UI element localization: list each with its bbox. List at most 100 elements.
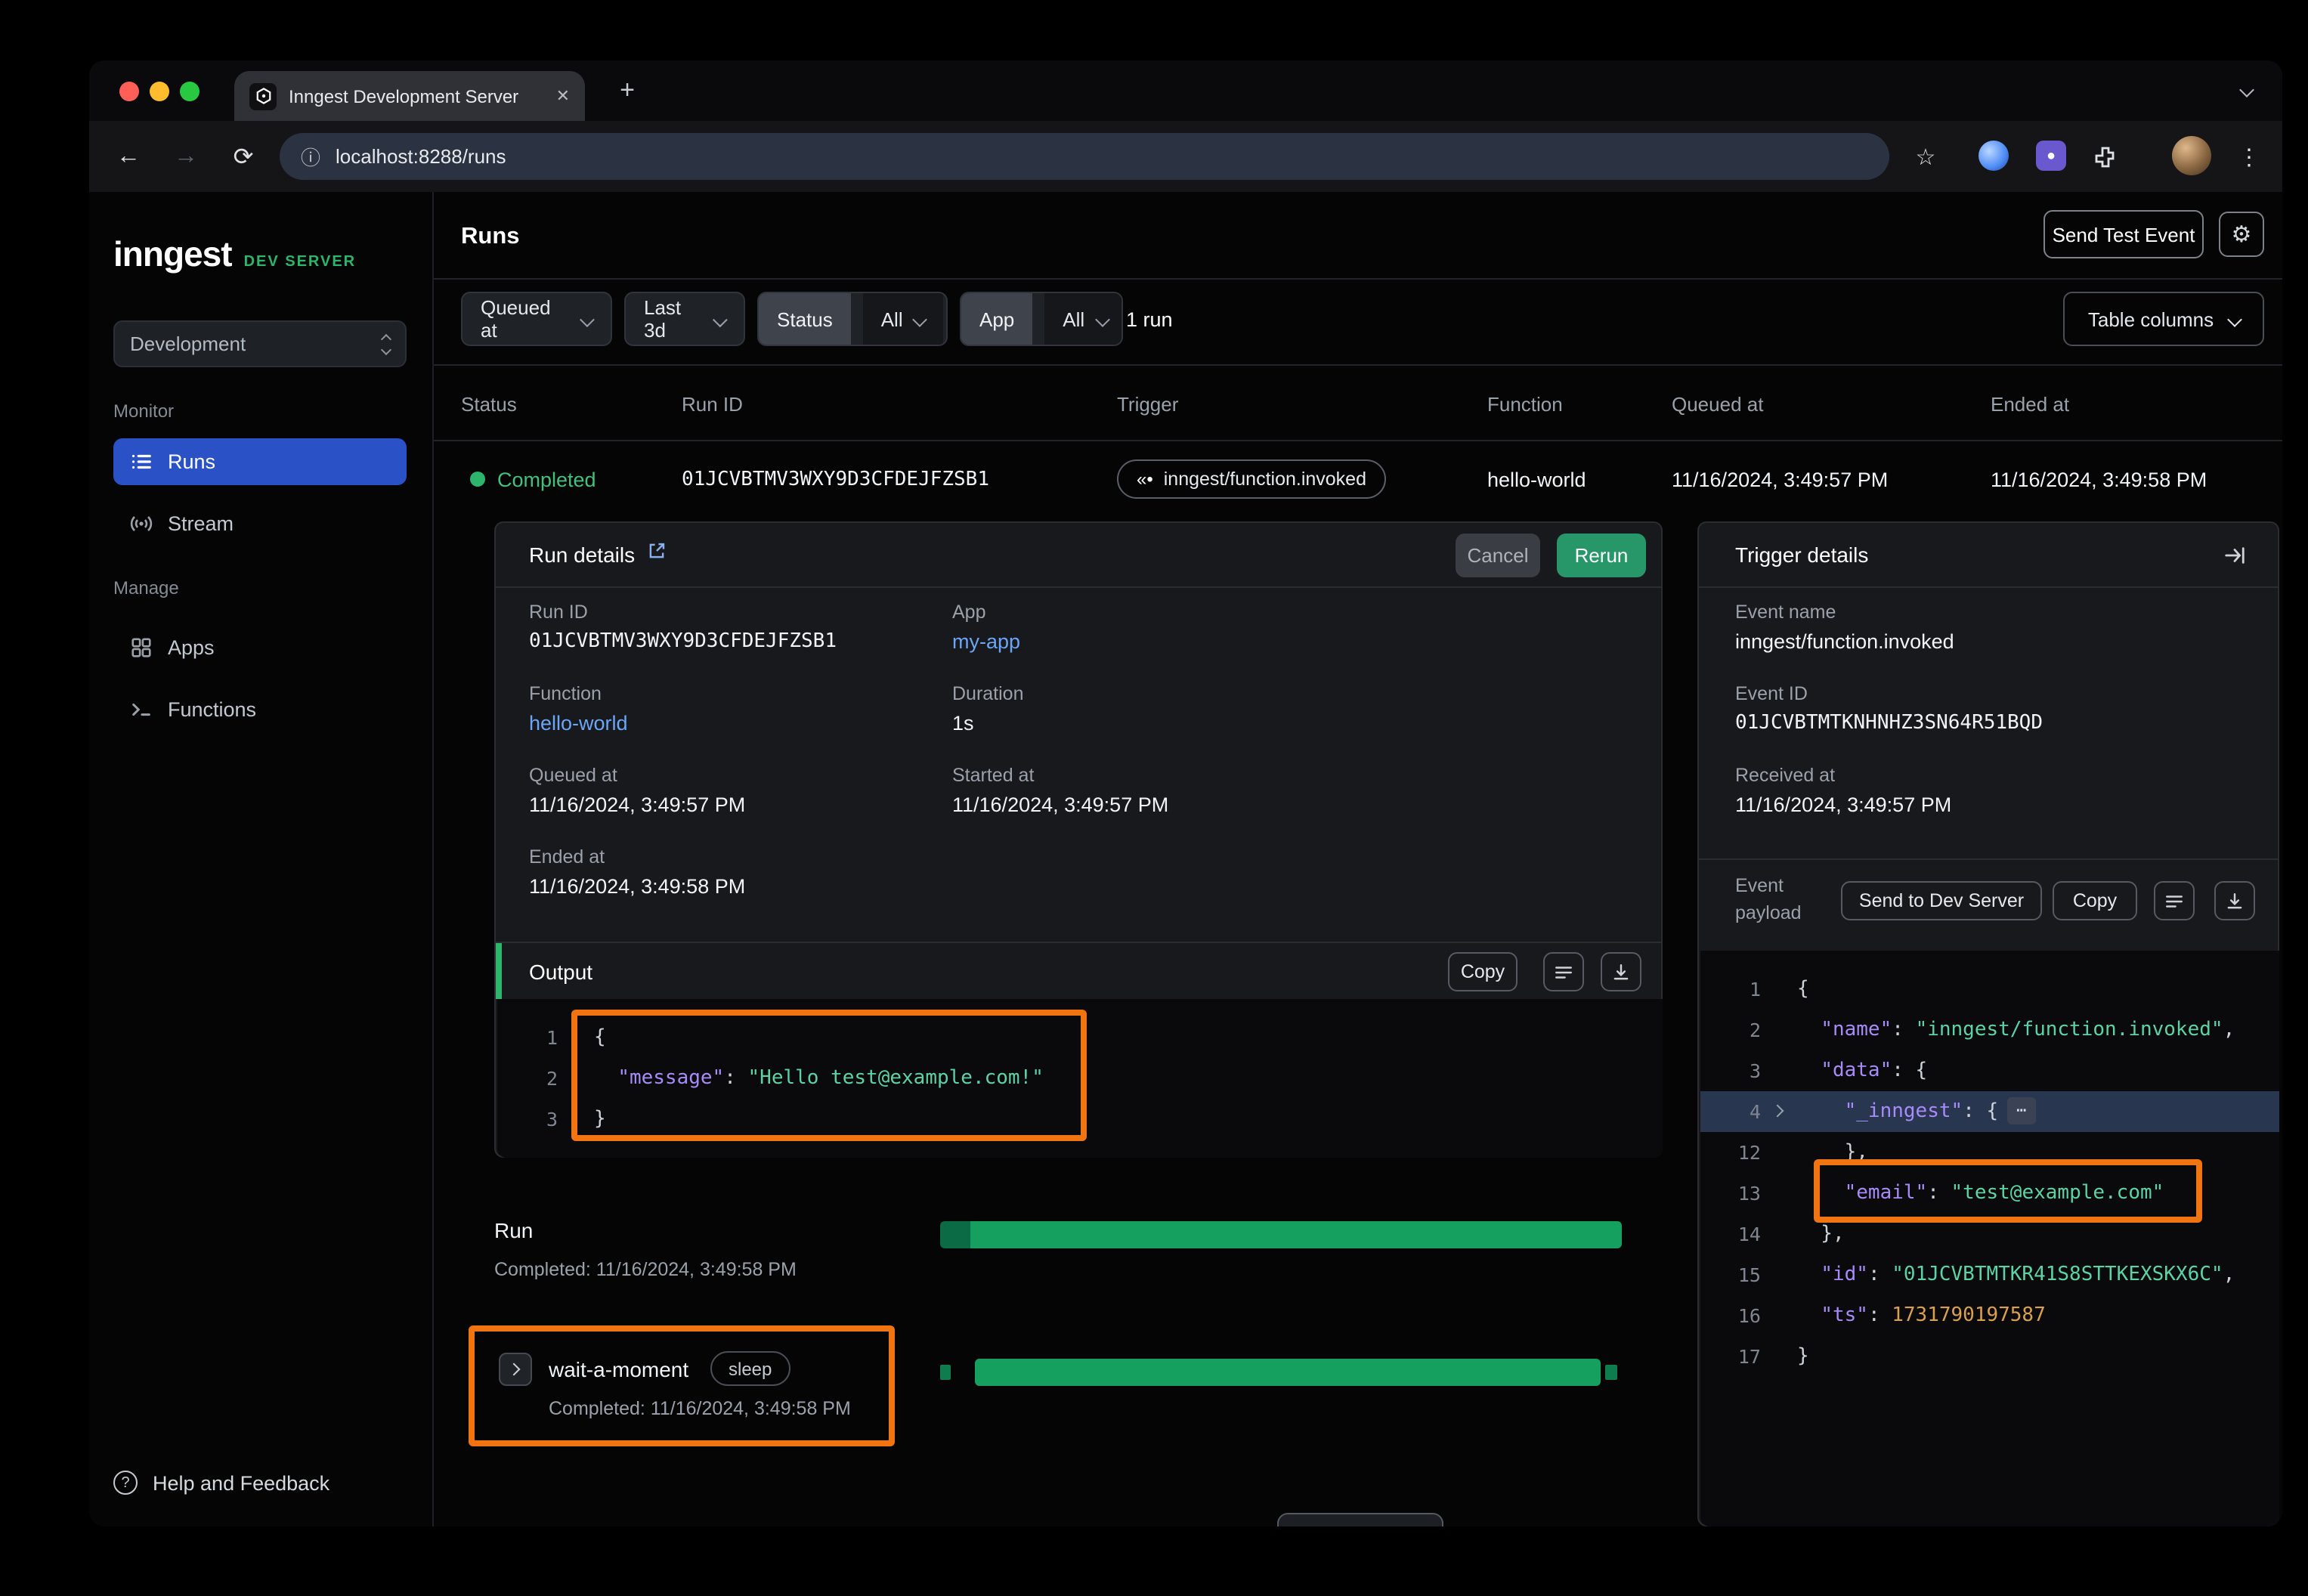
- wrap-lines-icon[interactable]: [1543, 952, 1584, 991]
- cancel-button[interactable]: Cancel: [1456, 534, 1540, 577]
- sidebar-item-functions[interactable]: Functions: [113, 686, 407, 733]
- site-info-icon[interactable]: ⓘ: [301, 142, 320, 171]
- field-label: Received at: [1735, 765, 2043, 786]
- filter-label: App: [961, 293, 1032, 345]
- extensions-puzzle-icon[interactable]: [2087, 139, 2124, 175]
- output-copy-button[interactable]: Copy: [1448, 952, 1518, 991]
- address-bar[interactable]: ⓘ localhost:8288/runs: [280, 133, 1889, 180]
- field-ended-at: Ended at 11/16/2024, 3:49:58 PM: [529, 846, 952, 928]
- reload-icon[interactable]: ⟳: [225, 139, 261, 175]
- event-icon: «•: [1137, 469, 1153, 490]
- trigger-pill[interactable]: «• inngest/function.invoked: [1117, 459, 1386, 499]
- code-line: 17}: [1700, 1336, 2279, 1377]
- filter-label: Status: [759, 293, 851, 345]
- queued-at-cell: 11/16/2024, 3:49:57 PM: [1672, 469, 1888, 491]
- extension-icon-2[interactable]: ●: [2036, 141, 2066, 171]
- inngest-logo: inngest: [113, 234, 232, 275]
- timeline-run-label[interactable]: Run: [494, 1218, 533, 1242]
- tab-strip: Inngest Development Server ✕ +: [89, 60, 2282, 121]
- field-label: Event name: [1735, 602, 2043, 623]
- function-link[interactable]: hello-world: [529, 712, 952, 735]
- field-started-at: Started at 11/16/2024, 3:49:57 PM: [952, 765, 1168, 846]
- line-number: 2: [1700, 1010, 1761, 1050]
- line-number: 14: [1700, 1214, 1761, 1254]
- help-and-feedback[interactable]: ? Help and Feedback: [113, 1471, 329, 1495]
- payload-copy-button[interactable]: Copy: [2053, 881, 2137, 920]
- functions-icon: [128, 697, 153, 722]
- extension-icon-1[interactable]: [1979, 141, 2009, 171]
- event-payload-label: Event payload: [1735, 872, 1826, 927]
- filter-label: Queued at: [481, 296, 570, 342]
- field-duration: Duration 1s: [952, 683, 1168, 765]
- bar-queue-segment: [940, 1221, 970, 1248]
- back-icon[interactable]: ←: [110, 139, 147, 175]
- tab-title: Inngest Development Server: [289, 85, 544, 107]
- new-tab-button[interactable]: +: [609, 73, 645, 109]
- help-icon: ?: [113, 1471, 138, 1495]
- browser-tab[interactable]: Inngest Development Server ✕: [234, 71, 585, 121]
- open-external-icon[interactable]: [647, 541, 667, 568]
- line-number: 12: [1700, 1132, 1761, 1173]
- field-received-at: Received at 11/16/2024, 3:49:57 PM: [1735, 765, 2043, 846]
- send-to-dev-server-button[interactable]: Send to Dev Server: [1841, 881, 2042, 920]
- run-id-cell[interactable]: 01JCVBTMV3WXY9D3CFDEJFZSB1: [682, 469, 989, 491]
- field-label: App: [952, 602, 1168, 623]
- runs-list-icon: [128, 450, 153, 474]
- code-text: "id": "01JCVBTMTKR41S8STTKEXSKX6C",: [1761, 1254, 2235, 1295]
- ended-at-cell: 11/16/2024, 3:49:58 PM: [1991, 469, 2207, 491]
- tab-close-icon[interactable]: ✕: [556, 86, 570, 106]
- help-label: Help and Feedback: [153, 1471, 329, 1494]
- sidebar-item-runs[interactable]: Runs: [113, 438, 407, 485]
- step-end-tick: [1605, 1365, 1617, 1380]
- line-number: 13: [1700, 1173, 1761, 1214]
- forward-icon[interactable]: →: [168, 139, 204, 175]
- url-text: localhost:8288/runs: [336, 145, 506, 168]
- window-zoom-button[interactable]: [180, 82, 200, 101]
- field-event-id: Event ID 01JCVBTMTKNHNHZ3SN64R51BQD: [1735, 683, 2043, 765]
- tab-overflow-chevron-icon[interactable]: [2239, 82, 2254, 97]
- queued-at-filter[interactable]: Queued at: [461, 292, 612, 346]
- app-link[interactable]: my-app: [952, 630, 1168, 653]
- rerun-button[interactable]: Rerun: [1557, 534, 1646, 577]
- collapse-panel-icon[interactable]: [2223, 544, 2246, 574]
- window-close-button[interactable]: [119, 82, 139, 101]
- line-number: 1: [1700, 969, 1761, 1010]
- code-line: 3 "data": {: [1700, 1050, 2279, 1091]
- divider: [1699, 858, 2278, 860]
- app-filter[interactable]: App All: [960, 292, 1123, 346]
- function-cell[interactable]: hello-world: [1487, 469, 1586, 491]
- status-filter[interactable]: Status All: [757, 292, 948, 346]
- code-line: 16 "ts": 1731790197587: [1700, 1295, 2279, 1336]
- line-number: 3: [497, 1099, 558, 1140]
- chevron-down-icon: [713, 311, 728, 326]
- trigger-fields: Event name inngest/function.invoked Even…: [1735, 602, 2043, 846]
- sidebar-item-apps[interactable]: Apps: [113, 624, 407, 671]
- window-minimize-button[interactable]: [150, 82, 169, 101]
- partially-visible-button[interactable]: [1277, 1513, 1443, 1526]
- browser-menu-kebab-icon[interactable]: ⋮: [2231, 139, 2267, 175]
- code-line: 1{: [1700, 969, 2279, 1010]
- wrap-lines-icon[interactable]: [2154, 881, 2195, 920]
- settings-gear-icon[interactable]: ⚙: [2219, 212, 2264, 257]
- field-label: Queued at: [529, 765, 952, 786]
- field-value: 11/16/2024, 3:49:58 PM: [529, 875, 952, 898]
- table-columns-button[interactable]: Table columns: [2063, 292, 2264, 346]
- run-status[interactable]: Completed: [497, 469, 596, 491]
- code-line: 4 "_inngest": {⋯: [1700, 1091, 2279, 1132]
- expand-bottom-icon[interactable]: [2214, 881, 2255, 920]
- time-range-filter[interactable]: Last 3d: [624, 292, 745, 346]
- column-header-status: Status: [461, 393, 517, 416]
- field-value: 01JCVBTMV3WXY9D3CFDEJFZSB1: [529, 630, 952, 653]
- profile-avatar[interactable]: [2172, 136, 2211, 175]
- send-test-event-button[interactable]: Send Test Event: [2043, 210, 2204, 258]
- expand-bottom-icon[interactable]: [1601, 952, 1641, 991]
- column-header-ended-at: Ended at: [1991, 393, 2069, 416]
- monitor-section-label: Monitor: [113, 401, 174, 422]
- sidebar-item-stream[interactable]: Stream: [113, 500, 407, 547]
- bookmark-star-icon[interactable]: ☆: [1907, 139, 1944, 175]
- line-number: 16: [1700, 1295, 1761, 1336]
- code-text: "name": "inngest/function.invoked",: [1761, 1010, 2235, 1050]
- environment-selector[interactable]: Development: [113, 320, 407, 367]
- bar-run-segment: [970, 1221, 1622, 1248]
- table-columns-label: Table columns: [2088, 308, 2214, 330]
